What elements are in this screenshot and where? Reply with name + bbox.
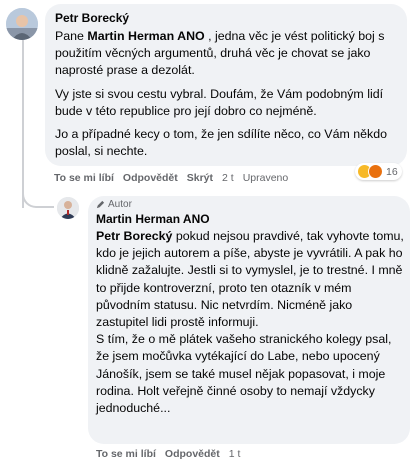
reaction-count: 16 [386,165,398,178]
reply-text: Petr Borecký pokud nejsou pravdivé, tak … [96,228,404,417]
profile-photo-icon [6,8,38,40]
mention-link[interactable]: Martin Herman ANO [87,29,204,43]
text-segment: Pane [55,29,88,43]
reply-author[interactable]: Martin Herman ANO [96,212,210,226]
pen-icon [96,200,105,209]
hide-button[interactable]: Skrýt [187,172,213,184]
comment-actions: To se mi líbí Odpovědět Skrýt 2 t Uprave… [54,172,288,184]
reply-button[interactable]: Odpovědět [123,172,178,184]
comment-bubble: Petr Borecký Pane Martin Herman ANO , je… [45,4,407,166]
text-segment: pokud nejsou pravdivé, tak vyhovte tomu,… [96,229,404,330]
reactions-summary[interactable]: 16 [355,163,402,180]
comment-paragraph: Pane Martin Herman ANO , jedna věc je vé… [55,28,400,80]
reply-button[interactable]: Odpovědět [165,448,220,460]
timestamp[interactable]: 1 t [229,448,241,460]
reply-bubble: Autor Martin Herman ANO Petr Borecký pok… [88,196,410,444]
thread-line [22,40,24,208]
angry-reaction-icon [368,164,383,179]
avatar[interactable] [6,8,38,40]
like-button[interactable]: To se mi líbí [96,448,156,460]
comment-paragraph: Vy jste si svou cestu vybral. Doufám, že… [55,86,384,118]
thread-curve [22,186,54,208]
profile-photo-icon [57,197,79,219]
like-button[interactable]: To se mi líbí [54,172,114,184]
comment-paragraph: Jo a případné kecy o tom, že jen sdílíte… [55,127,387,159]
comment-author[interactable]: Petr Borecký [55,11,129,25]
reply-paragraph: S tím, že o mě plátek vašeho stranického… [96,332,392,416]
reply-actions: To se mi líbí Odpovědět 1 t [96,448,240,460]
reply-paragraph: Petr Borecký pokud nejsou pravdivé, tak … [96,228,404,331]
timestamp[interactable]: 2 t [222,172,234,184]
edited-label: Upraveno [242,172,289,184]
mention-link[interactable]: Petr Borecký [96,229,172,243]
author-badge-label: Autor [108,199,132,210]
author-badge: Autor [96,199,132,210]
avatar[interactable] [57,197,79,219]
comment-text: Pane Martin Herman ANO , jedna věc je vé… [55,28,400,160]
